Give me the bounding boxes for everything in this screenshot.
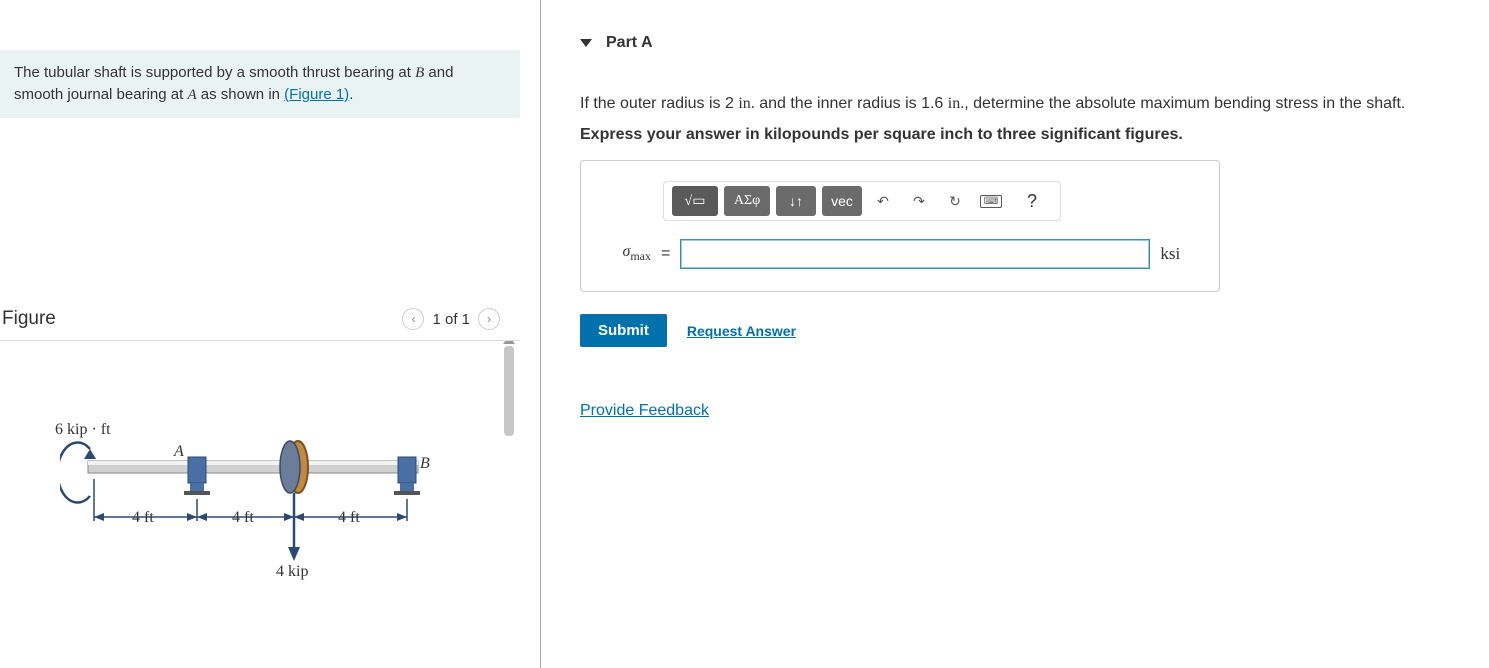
var-a: A <box>187 87 196 103</box>
figure-label-a: A <box>174 443 184 461</box>
problem-statement: The tubular shaft is supported by a smoo… <box>0 50 520 118</box>
tb-templates-button[interactable]: √▭ <box>672 186 718 216</box>
tb-vec-button[interactable]: vec <box>822 186 862 216</box>
figure-label-span3: 4 ft <box>338 509 360 527</box>
q-seg1: If the outer radius is 2 <box>580 95 738 112</box>
q-seg3: , determine the absolute maximum bending… <box>964 95 1405 112</box>
q-seg2: and the inner radius is 1.6 <box>755 95 948 112</box>
tb-redo-button[interactable]: ↷ <box>904 186 934 216</box>
answer-unit: ksi <box>1160 244 1180 264</box>
problem-pre: The tubular shaft is supported by a smoo… <box>14 64 415 81</box>
tb-subscript-button[interactable]: ↓↑ <box>776 186 816 216</box>
sigma-subscript: max <box>630 250 651 264</box>
figure-counter: 1 of 1 <box>432 311 470 328</box>
sigma-max-label: σmax <box>599 243 651 264</box>
part-header[interactable]: Part A <box>580 30 1479 62</box>
caret-down-icon <box>580 39 592 47</box>
provide-feedback-link[interactable]: Provide Feedback <box>580 402 709 420</box>
answer-box: √▭ ΑΣφ ↓↑ vec ↶ ↷ ↻ ⌨ ? σmax = ksi <box>580 160 1220 292</box>
answer-instruction: Express your answer in kilopounds per sq… <box>580 126 1479 144</box>
unit-in-2: in. <box>948 95 964 112</box>
unit-in-1: in. <box>738 95 754 112</box>
figure-link[interactable]: (Figure 1) <box>284 86 349 103</box>
submit-button[interactable]: Submit <box>580 314 667 347</box>
figure-label-load: 4 kip <box>276 563 308 581</box>
shaft-diagram <box>60 421 480 601</box>
figure-label-b: B <box>420 455 430 473</box>
scroll-up-icon[interactable] <box>503 341 515 344</box>
problem-after: as shown in <box>197 86 285 103</box>
math-toolbar: √▭ ΑΣφ ↓↑ vec ↶ ↷ ↻ ⌨ ? <box>663 181 1061 221</box>
figure-nav: ‹ 1 of 1 › <box>402 308 500 330</box>
figure-label-moment: 6 kip · ft <box>55 421 111 439</box>
scrollbar-thumb[interactable] <box>504 346 514 436</box>
tb-undo-button[interactable]: ↶ <box>868 186 898 216</box>
figure-body: 6 kip · ft <box>0 341 520 611</box>
figure-label-span1: 4 ft <box>132 509 154 527</box>
figure-next-button[interactable]: › <box>478 308 500 330</box>
keyboard-icon: ⌨ <box>980 195 1002 208</box>
tb-keyboard-button[interactable]: ⌨ <box>976 186 1006 216</box>
figure-label-span2: 4 ft <box>232 509 254 527</box>
question-text: If the outer radius is 2 in. and the inn… <box>580 92 1479 116</box>
answer-input[interactable] <box>680 239 1150 269</box>
var-b: B <box>415 65 424 81</box>
tb-help-button[interactable]: ? <box>1012 186 1052 216</box>
problem-tail: . <box>349 86 353 103</box>
tb-greek-button[interactable]: ΑΣφ <box>724 186 770 216</box>
tb-reset-button[interactable]: ↻ <box>940 186 970 216</box>
figure-title: Figure <box>2 308 56 330</box>
part-title: Part A <box>606 34 653 52</box>
equals-sign: = <box>661 245 670 263</box>
figure-prev-button[interactable]: ‹ <box>402 308 424 330</box>
request-answer-link[interactable]: Request Answer <box>687 323 796 339</box>
